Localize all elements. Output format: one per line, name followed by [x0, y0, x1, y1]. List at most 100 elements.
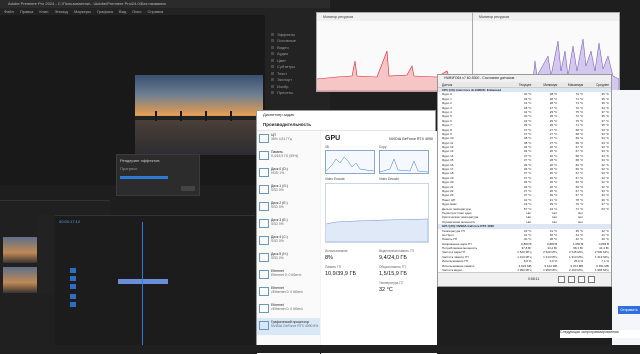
notification-toast: Следующая запрограммированная: [560, 330, 640, 338]
column-header[interactable]: Текущее: [508, 82, 534, 87]
track-toggle[interactable]: [70, 302, 76, 307]
effects-item-label: Изобр.: [277, 83, 290, 89]
checkbox-icon[interactable]: [271, 52, 274, 56]
checkbox-icon[interactable]: [271, 71, 274, 75]
menu-item[interactable]: Вид: [119, 8, 126, 15]
log-icon[interactable]: [578, 276, 585, 283]
menu-item[interactable]: Файл: [4, 8, 14, 15]
effects-item-label: Видео: [277, 44, 289, 50]
perf-item[interactable]: Ethernet vEthernet 0: 0 Кбит/с: [257, 284, 320, 301]
column-header[interactable]: Максимум: [559, 82, 585, 87]
clip-thumbnail[interactable]: [3, 237, 37, 263]
gpu-header: GPU NVIDIA GeForce RTX 4090: [325, 135, 433, 142]
stat-value: 1,5/15,9 ГБ: [379, 271, 407, 277]
perf-item-sub: vEthernet 0: 0 Кбит/с: [271, 290, 304, 294]
perf-item-sub: 9,4/15,9 ГБ (59%): [271, 154, 299, 158]
effects-item-label: Экспорт: [277, 77, 293, 83]
mini-graph-icon: [259, 168, 269, 177]
graph-label-copy: Copy: [379, 145, 387, 149]
track-toggle[interactable]: [70, 276, 76, 281]
menu-item[interactable]: Справка: [147, 8, 163, 15]
perf-item[interactable]: Диск 3 (E:) SSD 0%: [257, 216, 320, 233]
checkbox-icon[interactable]: [271, 84, 274, 88]
menu-item[interactable]: Правка: [20, 8, 34, 15]
gpu-name: NVIDIA GeForce RTX 4090: [389, 137, 433, 141]
perf-item[interactable]: Диск 4 (C:) SSD 0%: [257, 233, 320, 250]
menu-item[interactable]: Окно: [132, 8, 141, 15]
task-manager-title: Диспетчер задач: [257, 111, 435, 119]
mini-graph-icon: [259, 321, 269, 330]
perf-item[interactable]: Диск 0 (D:) HDD 1%: [257, 165, 320, 182]
task-manager-window: Диспетчер задач Производительность ЦП 36%…: [256, 110, 437, 354]
performance-sidebar: ЦП 36% 4,51 ГГц Память 9,4/15,9 ГБ (59%) Дис…: [257, 131, 320, 354]
render-progress-label: Прогресс: [120, 166, 138, 171]
graph-label-encode: Video Encode: [325, 177, 345, 181]
mini-graph-icon: [259, 287, 269, 296]
perf-item[interactable]: Ethernet Ethernet 0: 0 Кбит/с: [257, 267, 320, 284]
mini-graph-icon: [259, 134, 269, 143]
mini-graph-icon: [259, 151, 269, 160]
checkbox-icon[interactable]: [271, 78, 274, 82]
track-toggle[interactable]: [70, 284, 76, 289]
reset-icon[interactable]: [568, 276, 575, 283]
perf-item[interactable]: Диск 1 (G:) SSD 0%: [257, 182, 320, 199]
effects-item-label: Цвет: [277, 57, 286, 63]
render-progress-bar: [120, 176, 168, 179]
mini-graph-icon: [259, 236, 269, 245]
gpu-memory-graph: [325, 183, 429, 243]
perf-item-sub: 36% 4,51 ГГц: [271, 137, 292, 141]
column-header[interactable]: Минимум: [533, 82, 559, 87]
premiere-menu-bar: Файл Правка Клип Эпизод Маркеры Графика Вид Окн…: [0, 8, 330, 15]
send-button[interactable]: Отправить: [618, 306, 640, 314]
mini-graph-icon: [259, 202, 269, 211]
track-toggle[interactable]: [70, 268, 76, 273]
settings-icon[interactable]: [558, 276, 565, 283]
effects-item-label: Субтитры: [277, 64, 296, 70]
stat-value: 10,9/39,9 ГБ: [325, 271, 357, 277]
stat-label: Температура ГП: [379, 281, 404, 285]
gpu-title: GPU: [325, 135, 341, 142]
checkbox-icon[interactable]: [271, 91, 274, 95]
perf-item-sub: SSD 0%: [271, 205, 284, 209]
stat-label: Общая память ГП: [379, 265, 406, 269]
perf-item[interactable]: Память 9,4/15,9 ГБ (59%): [257, 148, 320, 165]
render-cancel-button[interactable]: [181, 186, 195, 191]
perf-item[interactable]: Ethernet vEthernet 0: 0 Кбит/с: [257, 301, 320, 318]
perf-item-sub: SSD 0%: [271, 188, 284, 192]
checkbox-icon[interactable]: [271, 65, 274, 69]
close-icon[interactable]: [588, 276, 595, 283]
resource-monitor-title: Монитор ресурсов: [317, 13, 472, 21]
menu-item[interactable]: Эпизод: [54, 8, 68, 15]
perf-item[interactable]: Диск 5 (H:) SSD 0%: [257, 250, 320, 267]
checkbox-icon[interactable]: [271, 45, 274, 49]
stat-label: Использование: [325, 249, 348, 253]
pier-post: [205, 111, 207, 121]
menu-item[interactable]: Графика: [97, 8, 113, 15]
timeline-panel: 00:00:17:12: [55, 215, 255, 353]
checkbox-icon[interactable]: [271, 39, 274, 43]
checkbox-icon[interactable]: [271, 58, 274, 62]
timeline-timecode: 00:00:17:12: [59, 219, 81, 224]
timeline-clip[interactable]: [118, 279, 168, 284]
perf-item[interactable]: Графический процессор NVIDIA GeForce RTX …: [257, 318, 320, 335]
mini-graph-icon: [259, 185, 269, 194]
hwinfo-window: HWiNFO64 v7.60-5300 - Состояние датчиков…: [437, 74, 612, 287]
checkbox-icon[interactable]: [271, 32, 274, 36]
column-header[interactable]: Среднее: [585, 82, 611, 87]
menu-item[interactable]: Клип: [39, 8, 48, 15]
stat-label: Память ГП: [325, 265, 342, 269]
track-toggle[interactable]: [70, 294, 76, 299]
graph-label-3d: 3D: [325, 145, 330, 149]
performance-header: Производительность: [257, 119, 435, 131]
mini-graph-icon: [259, 270, 269, 279]
mini-graph-icon: [259, 219, 269, 228]
clip-thumbnail[interactable]: [3, 267, 37, 293]
column-header[interactable]: Датчик: [438, 82, 508, 87]
perf-item[interactable]: Диск 2 (E:) SSD 0%: [257, 199, 320, 216]
menu-item[interactable]: Маркеры: [74, 8, 91, 15]
perf-item[interactable]: ЦП 36% 4,51 ГГц: [257, 131, 320, 148]
effects-item-label: Текст: [277, 70, 288, 76]
playhead[interactable]: [142, 222, 143, 352]
taskbar: [0, 345, 640, 353]
perf-item-sub: SSD 0%: [271, 256, 284, 260]
